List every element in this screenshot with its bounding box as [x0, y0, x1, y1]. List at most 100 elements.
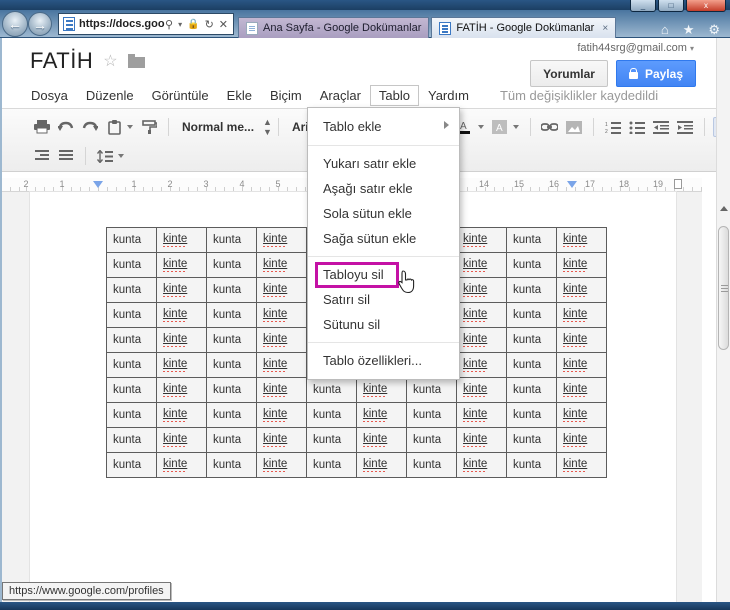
paint-format-icon[interactable]: [138, 117, 160, 137]
table-cell[interactable]: kinte: [156, 327, 207, 353]
table-cell[interactable]: kunta: [206, 302, 257, 328]
increase-indent-icon[interactable]: [674, 117, 696, 137]
table-cell[interactable]: kunta: [206, 227, 257, 253]
menu-dosya[interactable]: Dosya: [22, 85, 77, 106]
table-cell[interactable]: kunta: [206, 252, 257, 278]
table-cell[interactable]: kinte: [256, 227, 307, 253]
table-cell[interactable]: kunta: [206, 452, 257, 478]
table-cell[interactable]: kunta: [106, 377, 157, 403]
table-cell[interactable]: kinte: [556, 252, 607, 278]
table-cell[interactable]: kinte: [256, 427, 307, 453]
table-cell[interactable]: kinte: [556, 302, 607, 328]
table-cell[interactable]: kunta: [306, 427, 357, 453]
address-bar[interactable]: https://docs.goo... ⚲ ▾ 🔒 ↻ ✕: [58, 13, 234, 35]
close-button[interactable]: x: [686, 0, 726, 12]
table-cell[interactable]: kinte: [256, 302, 307, 328]
menu-item-sat-r-sil[interactable]: Satırı sil: [308, 287, 459, 312]
table-cell[interactable]: kunta: [406, 452, 457, 478]
table-cell[interactable]: kinte: [556, 227, 607, 253]
table-cell[interactable]: kinte: [556, 427, 607, 453]
bulleted-list-icon[interactable]: [626, 117, 648, 137]
table-cell[interactable]: kinte: [456, 252, 507, 278]
gear-icon[interactable]: ⚙: [708, 22, 720, 38]
highlight-caret-icon[interactable]: [512, 125, 519, 129]
table-cell[interactable]: kunta: [306, 452, 357, 478]
menu-ekle[interactable]: Ekle: [218, 85, 261, 106]
table-cell[interactable]: kunta: [206, 277, 257, 303]
table-cell[interactable]: kinte: [156, 452, 207, 478]
menu-item-sola-s-tun-ekle[interactable]: Sola sütun ekle: [308, 201, 459, 226]
table-cell[interactable]: kinte: [256, 252, 307, 278]
undo-icon[interactable]: [55, 117, 77, 137]
table-cell[interactable]: kinte: [156, 377, 207, 403]
table-cell[interactable]: kinte: [256, 452, 307, 478]
insert-image-icon[interactable]: [563, 117, 585, 137]
table-cell[interactable]: kunta: [406, 427, 457, 453]
document-title[interactable]: FATİH: [30, 48, 93, 74]
table-cell[interactable]: kinte: [556, 377, 607, 403]
menu-item-a-a-sat-r-ekle[interactable]: Aşağı satır ekle: [308, 176, 459, 201]
table-cell[interactable]: kinte: [156, 302, 207, 328]
menu-item-tablo-ekle[interactable]: Tablo ekle: [308, 114, 459, 139]
table-cell[interactable]: kinte: [256, 402, 307, 428]
minimize-button[interactable]: _: [630, 0, 656, 12]
table-cell[interactable]: kunta: [106, 352, 157, 378]
table-cell[interactable]: kinte: [256, 277, 307, 303]
table-cell[interactable]: kunta: [206, 327, 257, 353]
table-cell[interactable]: kinte: [156, 427, 207, 453]
table-cell[interactable]: kunta: [106, 452, 157, 478]
table-cell[interactable]: kunta: [506, 252, 557, 278]
table-cell[interactable]: kunta: [406, 402, 457, 428]
table-cell[interactable]: kunta: [106, 227, 157, 253]
numbered-list-icon[interactable]: 12: [602, 117, 624, 137]
star-document-icon[interactable]: ☆: [103, 51, 117, 71]
table-cell[interactable]: kinte: [456, 352, 507, 378]
align-right-icon[interactable]: [31, 146, 53, 166]
account-menu[interactable]: fatih44srg@gmail.com ▾: [577, 42, 694, 54]
table-cell[interactable]: kunta: [506, 402, 557, 428]
table-cell[interactable]: kinte: [156, 227, 207, 253]
tab-fatih[interactable]: FATİH - Google Dokümanlar ×: [431, 17, 617, 38]
table-cell[interactable]: kunta: [506, 327, 557, 353]
favorites-star-icon[interactable]: ★: [683, 22, 695, 38]
table-cell[interactable]: kunta: [206, 402, 257, 428]
address-text[interactable]: https://docs.goo...: [79, 18, 165, 30]
table-cell[interactable]: kunta: [406, 377, 457, 403]
table-cell[interactable]: kunta: [106, 302, 157, 328]
table-cell[interactable]: kunta: [506, 227, 557, 253]
table-cell[interactable]: kunta: [506, 352, 557, 378]
share-button[interactable]: Paylaş: [615, 60, 696, 87]
menu-item-sa-a-s-tun-ekle[interactable]: Sağa sütun ekle: [308, 226, 459, 251]
dropdown-caret-icon[interactable]: ▾: [178, 20, 182, 29]
refresh-icon[interactable]: ↻: [205, 18, 214, 31]
text-color-caret-icon[interactable]: [477, 125, 484, 129]
table-cell[interactable]: kinte: [256, 352, 307, 378]
table-cell[interactable]: kunta: [206, 377, 257, 403]
table-cell[interactable]: kinte: [456, 427, 507, 453]
paste-caret-icon[interactable]: [127, 125, 133, 129]
table-cell[interactable]: kunta: [106, 327, 157, 353]
paste-icon[interactable]: [103, 117, 125, 137]
style-select[interactable]: Normal me...: [176, 120, 260, 134]
table-cell[interactable]: kunta: [206, 352, 257, 378]
ruler-indent-marker[interactable]: [567, 181, 577, 188]
search-icon[interactable]: ⚲: [165, 18, 173, 31]
table-cell[interactable]: kinte: [156, 402, 207, 428]
tab-close-icon[interactable]: ×: [602, 23, 608, 34]
table-cell[interactable]: kunta: [106, 252, 157, 278]
table-cell[interactable]: kunta: [506, 427, 557, 453]
table-cell[interactable]: kunta: [506, 302, 557, 328]
table-cell[interactable]: kinte: [456, 402, 507, 428]
line-spacing-caret-icon[interactable]: [118, 154, 124, 158]
table-cell[interactable]: kunta: [506, 452, 557, 478]
menu-biçim[interactable]: Biçim: [261, 85, 311, 106]
table-cell[interactable]: kinte: [356, 427, 407, 453]
table-cell[interactable]: kinte: [456, 302, 507, 328]
ruler-indent-marker[interactable]: [93, 181, 103, 188]
table-cell[interactable]: kinte: [456, 327, 507, 353]
menu-görüntüle[interactable]: Görüntüle: [143, 85, 218, 106]
print-icon[interactable]: [31, 117, 53, 137]
highlight-color-icon[interactable]: A: [489, 117, 511, 137]
home-icon[interactable]: ⌂: [661, 22, 669, 38]
table-cell[interactable]: kinte: [156, 277, 207, 303]
